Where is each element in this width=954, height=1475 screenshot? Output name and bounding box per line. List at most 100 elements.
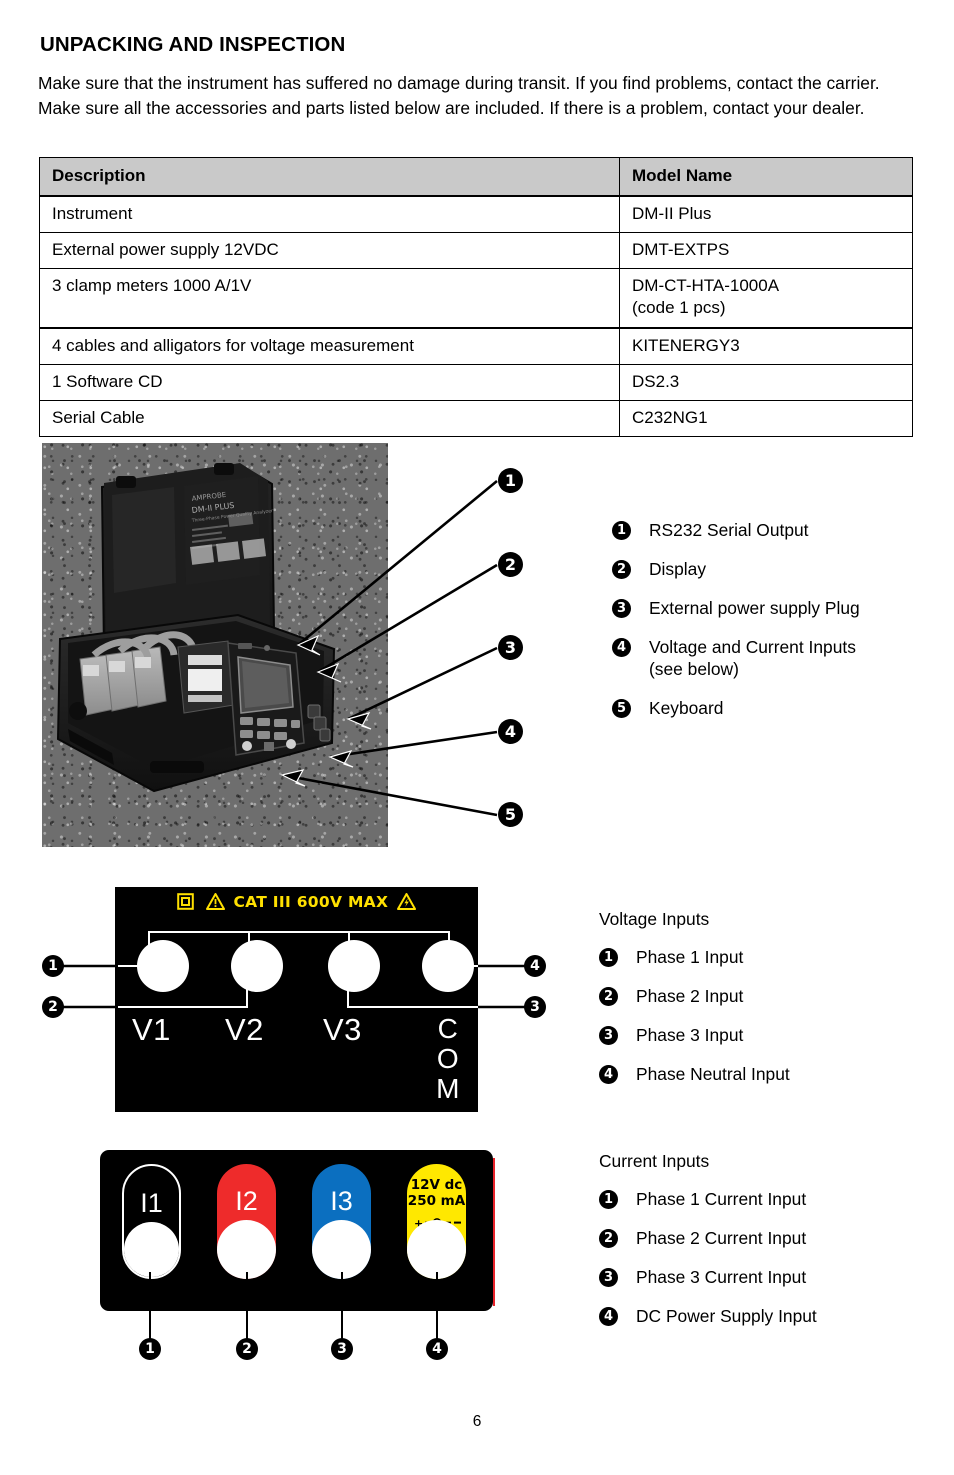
legend-marker-4: 4 (599, 1065, 618, 1084)
legend-item: 4 DC Power Supply Input (599, 1305, 939, 1327)
legend-marker-2: 2 (599, 987, 618, 1006)
legend-marker-4: 4 (612, 638, 631, 657)
leader-line-v3-v (347, 987, 349, 1008)
page-number: 6 (472, 1413, 482, 1430)
current-socket-i2[interactable] (217, 1220, 276, 1279)
voltage-warning-strip: CAT III 600V MAX (115, 893, 478, 914)
voltage-callout-3: 3 (524, 996, 546, 1018)
photo-legend-list: 1 RS232 Serial Output 2 Display 3 Extern… (612, 519, 932, 736)
photo-callout-2: 2 (498, 552, 523, 577)
dc-rating-label: 12V dc 250 mA (407, 1177, 466, 1209)
legend-label: Voltage and Current Inputs (see below) (649, 636, 856, 680)
legend-label: Phase 1 Input (636, 947, 744, 967)
legend-label: Phase 2 Current Input (636, 1228, 807, 1248)
photo-case-illustration: AMPROBE DM-II PLUS Three-Phase Power Qua… (56, 463, 336, 793)
current-connector-label-i1: I1 (140, 1188, 163, 1218)
cell-model: DM-II Plus (619, 195, 913, 233)
document-page: UNPACKING AND INSPECTION Make sure that … (0, 0, 954, 1475)
legend-item: 3 Phase 3 Current Input (599, 1266, 939, 1288)
current-connector-i1[interactable]: I1 (122, 1164, 181, 1279)
legend-label-line2: (see below) (649, 659, 739, 679)
table-row: Instrument DM-II Plus (39, 195, 913, 233)
electric-shock-triangle-icon (396, 893, 416, 914)
legend-marker-5: 5 (612, 699, 631, 718)
current-socket-dc[interactable] (407, 1220, 466, 1279)
photo-callout-4: 4 (498, 719, 523, 744)
legend-label: External power supply Plug (649, 598, 860, 618)
current-connector-i2[interactable]: I2 (217, 1164, 276, 1279)
legend-label: RS232 Serial Output (649, 520, 809, 540)
cell-model-main: DM-CT-HTA-1000A (632, 276, 780, 295)
cell-description: External power supply 12VDC (39, 232, 620, 269)
legend-item: 2 Phase 2 Input (599, 985, 929, 1007)
legend-label: DC Power Supply Input (636, 1306, 817, 1326)
warning-triangle-icon (205, 893, 225, 914)
legend-item: 2 Display (612, 558, 932, 580)
legend-item: 1 RS232 Serial Output (612, 519, 932, 541)
table-row: 3 clamp meters 1000 A/1V DM-CT-HTA-1000A… (39, 268, 913, 329)
legend-item: 2 Phase 2 Current Input (599, 1227, 939, 1249)
legend-item: 3 Phase 3 Input (599, 1024, 929, 1046)
voltage-legend-list: Voltage Inputs 1 Phase 1 Input 2 Phase 2… (599, 908, 929, 1102)
legend-marker-2: 2 (599, 1229, 618, 1248)
cell-description: 3 clamp meters 1000 A/1V (39, 268, 620, 329)
intro-paragraph: Make sure that the instrument has suffer… (38, 73, 880, 118)
dc-voltage-text: 12V dc (410, 1177, 463, 1193)
voltage-callout-1: 1 (42, 955, 64, 977)
current-connector-i3[interactable]: I3 (312, 1164, 371, 1279)
table-header-row: Description Model Name (39, 157, 913, 197)
current-legend-heading: Current Inputs (599, 1151, 710, 1171)
table-row: Serial Cable C232NG1 (39, 400, 913, 437)
legend-marker-4: 4 (599, 1307, 618, 1326)
current-socket-i1[interactable] (124, 1222, 179, 1277)
instrument-case-photo: AMPROBE DM-II PLUS Three-Phase Power Qua… (42, 443, 388, 847)
voltage-label-v3: V3 (323, 1012, 362, 1047)
legend-marker-3: 3 (599, 1268, 618, 1287)
cell-model-sub: (code 1 pcs) (632, 298, 726, 317)
legend-label: Phase 3 Input (636, 1025, 744, 1045)
cell-model: DS2.3 (619, 364, 913, 401)
current-callout-2: 2 (236, 1338, 258, 1360)
leader-line-v2-h (115, 1006, 248, 1008)
current-connector-label-i3: I3 (330, 1186, 353, 1216)
legend-item: 5 Keyboard (612, 697, 932, 719)
voltage-callout-2: 2 (42, 996, 64, 1018)
current-callout-3: 3 (331, 1338, 353, 1360)
voltage-jack-v3[interactable] (328, 940, 380, 992)
leader-line-v3-h (347, 1006, 478, 1008)
dc-current-text: 250 mA (407, 1193, 466, 1209)
page-title: UNPACKING AND INSPECTION (40, 33, 346, 56)
legend-item: 4 Phase Neutral Input (599, 1063, 929, 1085)
legend-item: 1 Phase 1 Current Input (599, 1188, 939, 1210)
current-input-panel: I1 I2 I3 12V dc 250 mA + (100, 1150, 495, 1311)
photo-callout-3: 3 (498, 635, 523, 660)
current-socket-i3[interactable] (312, 1220, 371, 1279)
legend-label: Keyboard (649, 698, 724, 718)
table-row: 1 Software CD DS2.3 (39, 364, 913, 401)
voltage-warning-text: CAT III 600V MAX (233, 893, 389, 911)
voltage-label-v1: V1 (132, 1012, 171, 1047)
legend-item: 3 External power supply Plug (612, 597, 932, 619)
current-connector-label-i2: I2 (235, 1186, 258, 1216)
current-connector-dc[interactable]: 12V dc 250 mA + (407, 1164, 466, 1279)
column-header-model-name: Model Name (619, 157, 913, 197)
voltage-label-v2: V2 (225, 1012, 264, 1047)
current-callout-4: 4 (426, 1338, 448, 1360)
cell-description: 1 Software CD (39, 364, 620, 401)
cell-description: Serial Cable (39, 400, 620, 437)
legend-label: Phase Neutral Input (636, 1064, 790, 1084)
legend-label: Phase 2 Input (636, 986, 744, 1006)
cell-model: DM-CT-HTA-1000A (code 1 pcs) (619, 268, 913, 329)
cell-model: C232NG1 (619, 400, 913, 437)
cell-model: KITENERGY3 (619, 327, 913, 365)
cell-description: 4 cables and alligators for voltage meas… (39, 327, 620, 365)
photo-callout-5: 5 (498, 802, 523, 827)
legend-item: 4 Voltage and Current Inputs (see below) (612, 636, 932, 680)
voltage-callout-4: 4 (524, 955, 546, 977)
legend-marker-3: 3 (599, 1026, 618, 1045)
legend-marker-3: 3 (612, 599, 631, 618)
double-insulation-icon (177, 893, 194, 914)
voltage-legend-heading: Voltage Inputs (599, 909, 710, 929)
voltage-jack-v2[interactable] (231, 940, 283, 992)
legend-item: 1 Phase 1 Input (599, 946, 929, 968)
